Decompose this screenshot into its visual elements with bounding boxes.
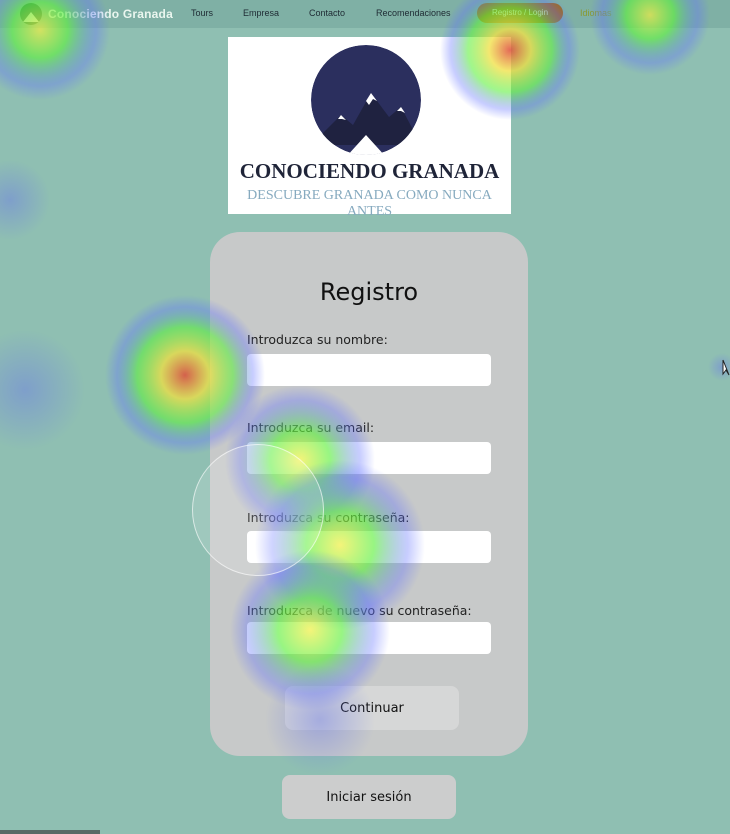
email-label: Introduzca su email:: [247, 420, 375, 435]
name-input[interactable]: [247, 354, 491, 386]
sign-in-button[interactable]: Iniciar sesión: [282, 775, 456, 819]
nav-languages[interactable]: Idiomas: [580, 8, 612, 18]
name-label: Introduzca su nombre:: [247, 332, 388, 347]
nav-item-contacto[interactable]: Contacto: [309, 8, 345, 18]
password-confirm-input[interactable]: [247, 622, 491, 654]
logo-title: CONOCIENDO GRANADA: [239, 159, 500, 183]
continue-button[interactable]: Continuar: [285, 686, 459, 730]
password-confirm-label: Introduzca de nuevo su contraseña:: [247, 603, 472, 618]
cursor-highlight-ring: [192, 444, 324, 576]
brand-name: Conociendo Granada: [48, 7, 173, 21]
mountain-logo-icon: [311, 45, 421, 155]
company-logo-card: CONOCIENDO GRANADA DESCUBRE GRANADA COMO…: [228, 37, 511, 219]
nav-item-recomendaciones[interactable]: Recomendaciones: [376, 8, 451, 18]
form-title: Registro: [319, 278, 419, 306]
horizontal-scrollbar[interactable]: [0, 830, 100, 834]
nav-item-tours[interactable]: Tours: [191, 8, 213, 18]
logo-subtitle: DESCUBRE GRANADA COMO NUNCA ANTES: [247, 188, 492, 219]
brand[interactable]: Conociendo Granada: [20, 3, 173, 25]
top-navbar: Conociendo Granada Tours Empresa Contact…: [0, 0, 730, 28]
brand-logo-icon: [20, 3, 42, 25]
mouse-pointer-icon: [722, 359, 730, 376]
nav-login-button[interactable]: Registro / Login: [477, 3, 563, 23]
nav-item-empresa[interactable]: Empresa: [243, 8, 279, 18]
